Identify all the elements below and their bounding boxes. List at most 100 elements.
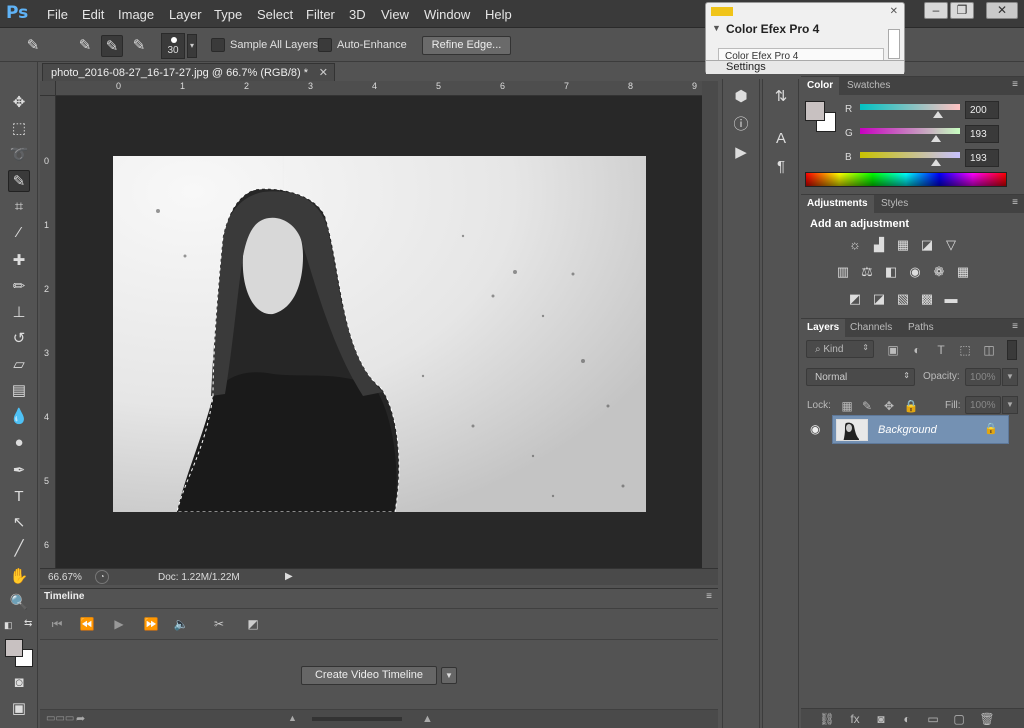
filter-smart-object-icon[interactable]: ◫ [981, 342, 997, 358]
menu-edit[interactable]: Edit [82, 7, 104, 22]
horizontal-ruler[interactable]: 0 1 2 3 4 5 6 7 8 9 [56, 81, 702, 96]
photo-filter-icon[interactable]: ◉ [906, 264, 924, 280]
3d-icon[interactable]: ⬢ [731, 87, 751, 107]
green-slider-knob[interactable] [930, 135, 941, 142]
quick-selection-preset-icon[interactable]: ✎ [22, 35, 44, 57]
minimize-button[interactable]: – [924, 2, 948, 19]
menu-select[interactable]: Select [257, 7, 293, 22]
previous-frame-icon[interactable]: ⏪ [78, 617, 96, 633]
opacity-field[interactable]: 100% [965, 368, 1001, 386]
lock-transparent-icon[interactable]: ▦ [839, 398, 855, 414]
dodge-tool-icon[interactable]: ● [8, 432, 30, 454]
filter-type-icon[interactable]: T [933, 342, 949, 358]
subtract-from-selection-icon[interactable]: ✎ [128, 35, 150, 57]
adjustments-panel-menu-icon[interactable]: ≡ [1012, 197, 1018, 208]
menu-layer[interactable]: Layer [169, 7, 202, 22]
pen-tool-icon[interactable]: ✒ [8, 460, 30, 482]
menu-type[interactable]: Type [214, 7, 242, 22]
move-tool-icon[interactable]: ✥ [8, 92, 30, 114]
curves-icon[interactable]: ▦ [894, 237, 912, 253]
filter-adjustment-icon[interactable]: ◐ [909, 342, 925, 358]
color-panel-menu-icon[interactable]: ≡ [1012, 79, 1018, 90]
link-layers-icon[interactable]: ⛓ [819, 711, 835, 727]
menu-3d[interactable]: 3D [349, 7, 366, 22]
timeline-type-dropdown[interactable]: ▼ [441, 667, 457, 684]
color-spectrum-ramp[interactable] [805, 172, 1007, 187]
brush-tool-icon[interactable]: ✏ [8, 276, 30, 298]
lasso-tool-icon[interactable]: ➰ [8, 144, 30, 166]
red-value-field[interactable]: 200 [965, 101, 999, 119]
fill-field[interactable]: 100% [965, 396, 1001, 414]
efex-settings[interactable]: Settings [706, 60, 904, 74]
zoom-level[interactable]: 66.67% [48, 572, 82, 583]
black-white-icon[interactable]: ◧ [882, 264, 900, 280]
invert-icon[interactable]: ◩ [846, 291, 864, 307]
foreground-color-swatch[interactable] [5, 639, 23, 657]
selective-color-icon[interactable]: ▩ [918, 291, 936, 307]
timeline-zoom-slider[interactable] [312, 717, 402, 721]
opacity-dropdown-icon[interactable]: ▼ [1002, 368, 1018, 386]
ruler-origin[interactable] [40, 81, 56, 96]
next-frame-icon[interactable]: ⏩ [142, 617, 160, 633]
color-lookup-icon[interactable]: ▦ [954, 264, 972, 280]
swap-colors-icon[interactable]: ⇆ [24, 618, 32, 629]
color-foreground-chip[interactable] [805, 101, 825, 121]
add-to-selection-icon[interactable]: ✎ [101, 35, 123, 57]
menu-view[interactable]: View [381, 7, 409, 22]
quick-mask-icon[interactable]: ◙ [8, 672, 30, 694]
efex-scrollbar[interactable] [888, 29, 900, 59]
lock-all-icon[interactable]: 🔒 [903, 398, 919, 414]
red-slider[interactable] [860, 104, 960, 110]
healing-brush-icon[interactable]: ✚ [8, 250, 30, 272]
first-frame-icon[interactable]: ⏮ [48, 617, 66, 633]
close-button[interactable]: ✕ [986, 2, 1018, 19]
restore-button[interactable]: ❐ [950, 2, 974, 19]
tab-adjustments[interactable]: Adjustments [801, 195, 874, 213]
vertical-ruler[interactable]: 0 1 2 3 4 5 6 [40, 96, 56, 568]
zoom-in-icon[interactable]: ▲ [422, 713, 433, 725]
clone-stamp-icon[interactable]: ⊥ [8, 302, 30, 324]
history-icon[interactable]: ⇅ [771, 87, 791, 107]
lock-position-icon[interactable]: ✥ [881, 398, 897, 414]
quick-selection-tool-icon[interactable]: ✎ [8, 170, 30, 192]
green-slider[interactable] [860, 128, 960, 134]
channel-mixer-icon[interactable]: ❁ [930, 264, 948, 280]
delete-layer-icon[interactable]: 🗑 [979, 711, 995, 727]
render-icon[interactable]: ➦ [76, 712, 85, 725]
play-icon[interactable]: ▶ [110, 617, 128, 633]
lock-image-icon[interactable]: ✎ [859, 398, 875, 414]
line-tool-icon[interactable]: ╱ [8, 538, 30, 560]
status-menu-arrow-icon[interactable]: ▶ [285, 571, 293, 582]
status-options-icon[interactable]: ◔ [95, 570, 109, 584]
filter-shape-icon[interactable]: ⬚ [957, 342, 973, 358]
sample-all-layers-checkbox[interactable] [211, 38, 225, 52]
auto-enhance-checkbox[interactable] [318, 38, 332, 52]
exposure-icon[interactable]: ◪ [918, 237, 936, 253]
marquee-tool-icon[interactable]: ⬚ [8, 118, 30, 140]
layer-style-icon[interactable]: fx [847, 711, 863, 727]
zoom-tool-icon[interactable]: 🔍 [8, 592, 30, 614]
menu-filter[interactable]: Filter [306, 7, 335, 22]
brightness-contrast-icon[interactable]: ☼ [846, 237, 864, 253]
tab-swatches[interactable]: Swatches [841, 77, 896, 95]
blue-value-field[interactable]: 193 [965, 149, 999, 167]
path-selection-icon[interactable]: ↖ [8, 512, 30, 534]
crop-tool-icon[interactable]: ⌗ [8, 196, 30, 218]
info-icon[interactable]: ⓘ [731, 115, 751, 135]
green-value-field[interactable]: 193 [965, 125, 999, 143]
layer-lock-icon[interactable]: 🔒 [984, 422, 998, 435]
gradient-map-icon[interactable]: ▬ [942, 291, 960, 307]
color-balance-icon[interactable]: ⚖ [858, 264, 876, 280]
new-layer-icon[interactable]: ▢ [951, 711, 967, 727]
vertical-scrollbar[interactable] [702, 81, 718, 568]
tab-color[interactable]: Color [801, 77, 840, 95]
layer-filter-kind[interactable]: ⌕ Kind ⇕ [806, 340, 874, 358]
timeline-tab[interactable]: Timeline [44, 591, 84, 607]
fill-dropdown-icon[interactable]: ▼ [1002, 396, 1018, 414]
close-document-icon[interactable]: ✕ [319, 66, 328, 79]
document-photo[interactable] [113, 156, 646, 512]
new-group-icon[interactable]: ▭ [925, 711, 941, 727]
brush-picker-dropdown[interactable]: ▾ [187, 34, 197, 58]
menu-file[interactable]: File [47, 7, 68, 22]
tab-paths[interactable]: Paths [902, 319, 940, 337]
